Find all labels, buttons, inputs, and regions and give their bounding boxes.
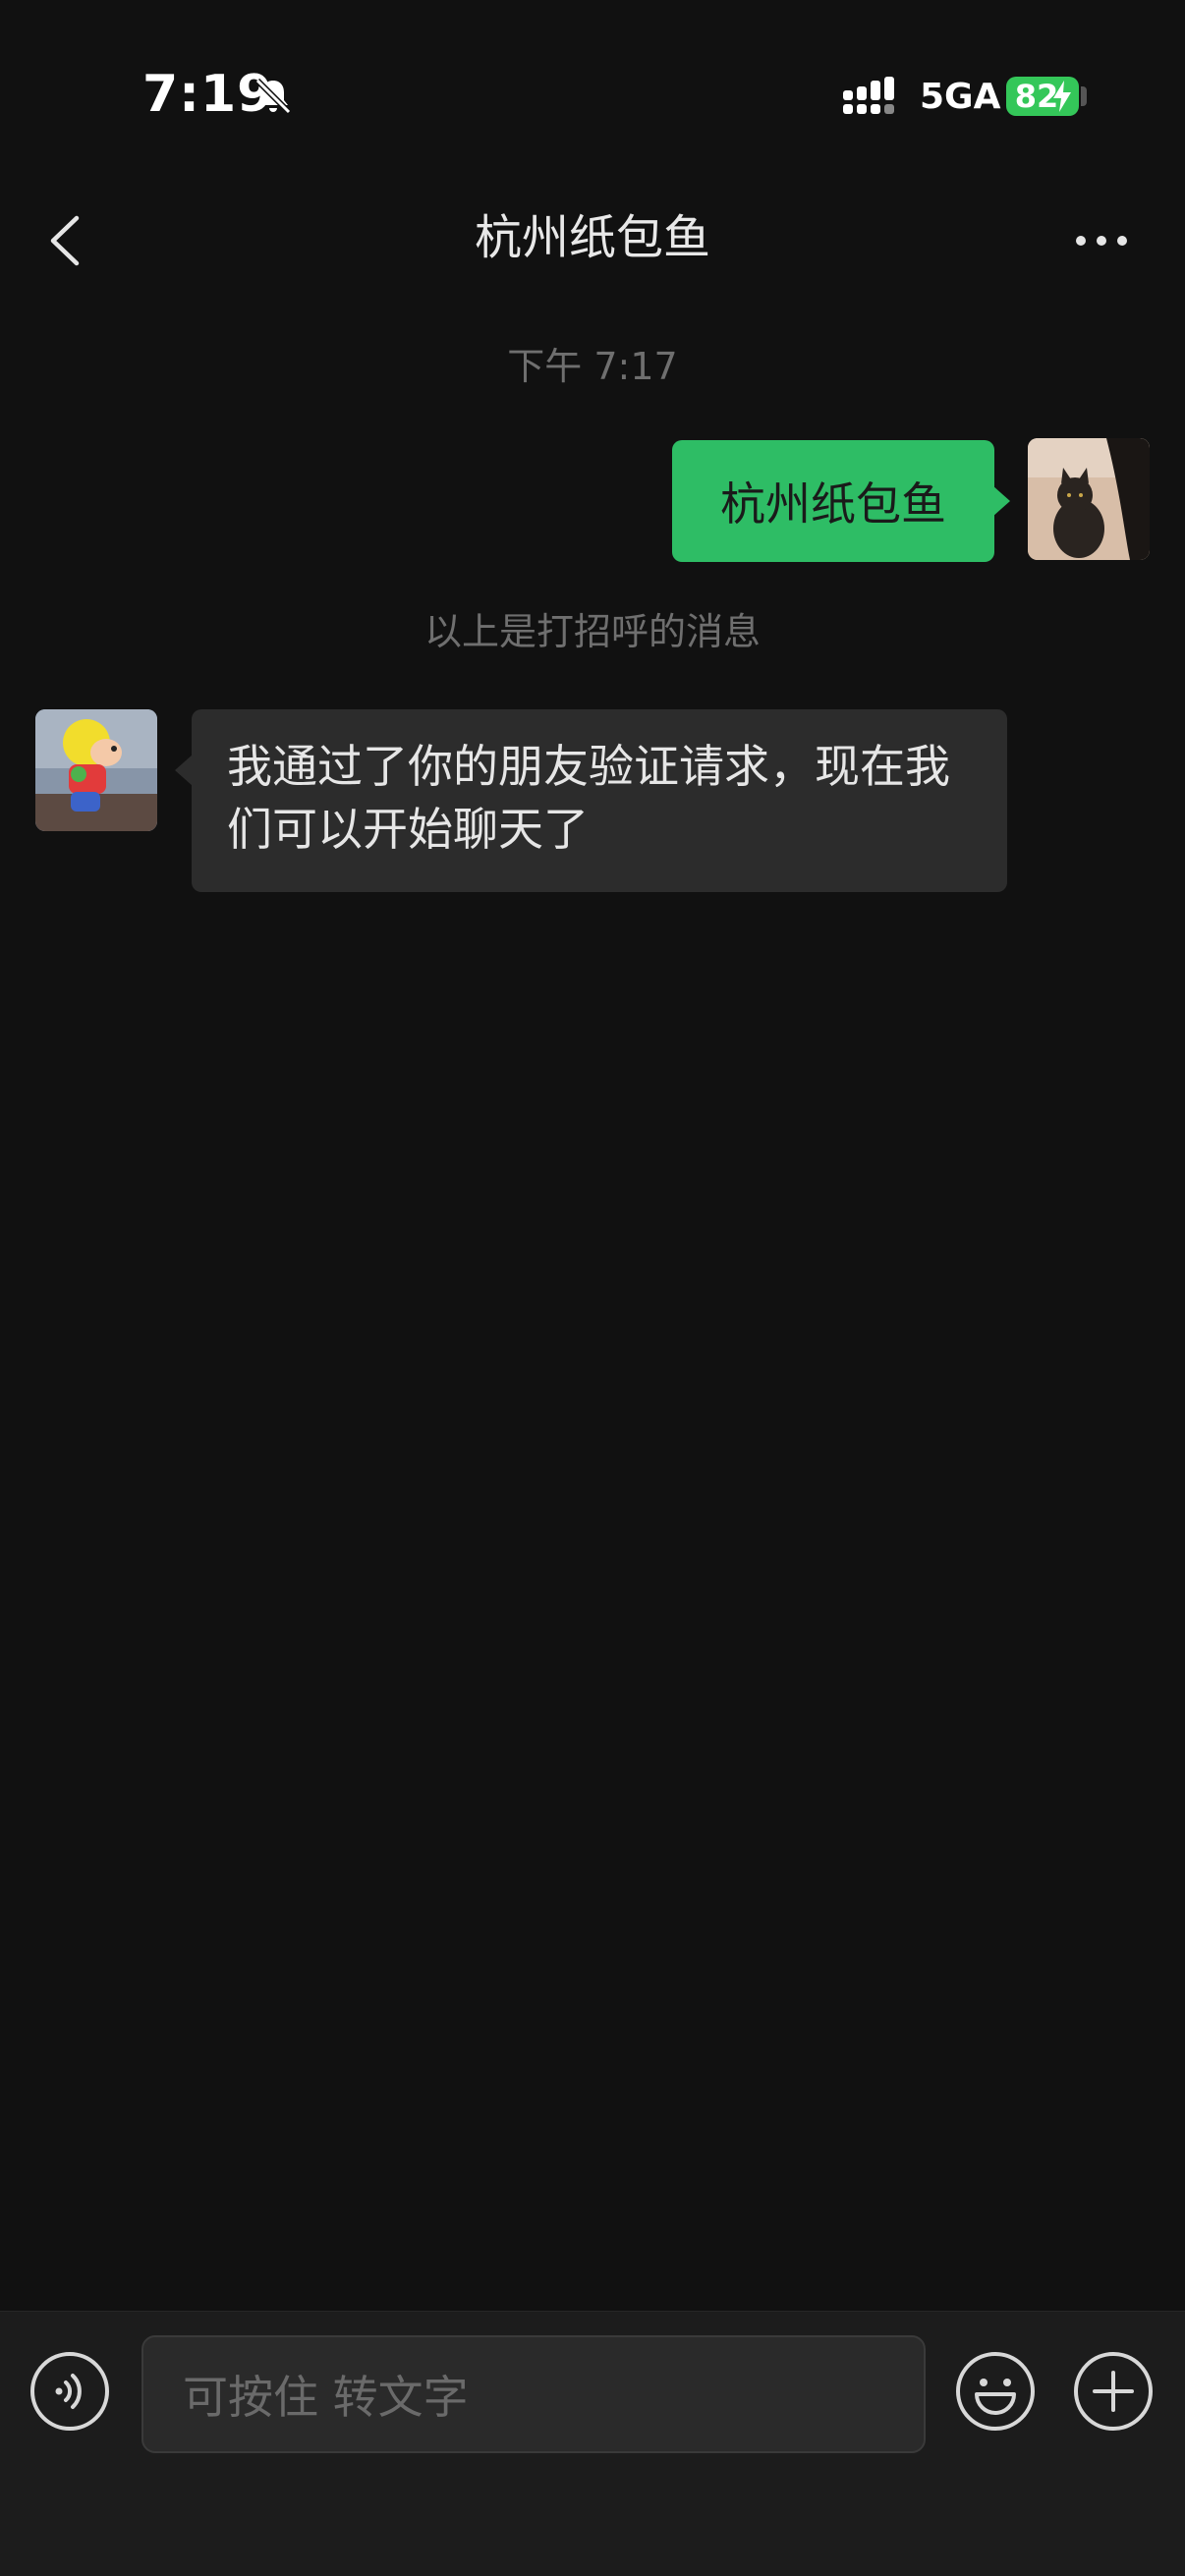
network-label: 5GA — [920, 77, 1001, 117]
cartoon-avatar-icon — [35, 709, 157, 831]
more-options-button[interactable] — [1067, 216, 1136, 265]
greeting-note: 以上是打招呼的消息 — [423, 610, 761, 653]
nav-bar: 杭州纸包鱼 — [0, 187, 1185, 334]
voice-icon[interactable] — [29, 2351, 110, 2432]
message-input[interactable]: 可按住 转文字 — [141, 2335, 926, 2453]
chat-title: 杭州纸包鱼 — [474, 210, 710, 265]
status-bar: 7:19 5GA 82 — [0, 0, 1185, 187]
message-bubble-me[interactable]: 杭州纸包鱼 — [672, 440, 994, 562]
charging-bolt-icon — [1053, 81, 1071, 112]
signal-icon — [843, 77, 894, 114]
message-bubble-friend[interactable]: 我通过了你的朋友验证请求，现在我们可以开始聊天了 — [192, 709, 1007, 892]
emoji-icon[interactable] — [955, 2351, 1036, 2432]
bell-off-icon — [254, 78, 292, 115]
chat-screen: 7:19 5GA 82 杭州纸包鱼 下午 7:17 杭州纸包鱼 以上是打招呼的消… — [0, 0, 1185, 2576]
avatar-photo-icon — [1028, 438, 1150, 560]
battery-cap — [1081, 86, 1087, 106]
input-bar: 可按住 转文字 — [0, 2311, 1185, 2576]
my-avatar[interactable] — [1028, 438, 1150, 560]
plus-icon[interactable] — [1073, 2351, 1154, 2432]
bubble-tail — [175, 755, 193, 786]
bubble-tail — [992, 485, 1010, 517]
message-timestamp: 下午 7:17 — [507, 345, 678, 388]
friend-avatar[interactable] — [35, 709, 157, 831]
